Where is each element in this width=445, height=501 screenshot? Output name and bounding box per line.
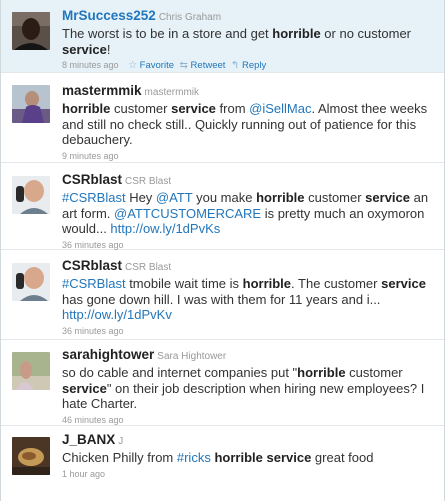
tweet-timestamp[interactable]: 8 minutes ago	[62, 60, 119, 70]
tweet-link[interactable]: #CSRBlast	[62, 190, 126, 205]
keyword-highlight: horrible	[62, 101, 111, 116]
tweet-username[interactable]: J_BANX	[62, 432, 115, 447]
tweet-realname: Chris Graham	[158, 12, 222, 23]
reply-button[interactable]: ↰ Reply	[231, 60, 266, 71]
tweet-text: horrible customer service from @iSellMac…	[62, 101, 430, 148]
tweet-timestamp[interactable]: 1 hour ago	[62, 469, 105, 479]
tweet-username[interactable]: CSRblast	[62, 172, 122, 187]
avatar[interactable]	[12, 437, 50, 475]
tweet-timestamp[interactable]: 9 minutes ago	[62, 151, 119, 161]
keyword-highlight: service	[365, 190, 410, 205]
retweet-button[interactable]: ⇆ Retweet	[180, 60, 226, 71]
tweet-realname: CSR Blast	[125, 176, 172, 187]
avatar[interactable]	[12, 12, 50, 50]
tweet-text-segment: " on their job description when hiring n…	[62, 380, 425, 412]
tweet-text-segment: The worst is to be in a store and get	[62, 26, 273, 41]
tweet-meta: 36 minutes ago	[62, 239, 430, 251]
avatar[interactable]	[12, 176, 50, 214]
tweet-link[interactable]: @ATTCUSTOMERCARE	[114, 206, 261, 221]
tweet-meta: 36 minutes ago	[62, 325, 430, 337]
retweet-label: Retweet	[190, 60, 226, 71]
tweet-meta: 9 minutes ago	[62, 150, 430, 162]
keyword-highlight: horrible	[256, 190, 305, 205]
tweet-realname: mastermmik	[144, 87, 199, 98]
tweet-meta: 1 hour ago	[62, 468, 430, 480]
tweet-text-segment: Hey	[125, 190, 156, 205]
keyword-highlight: service	[266, 450, 312, 465]
tweet-text-segment: or no customer	[320, 26, 412, 41]
keyword-highlight: service	[62, 380, 107, 396]
tweet-text-segment: from	[215, 101, 250, 116]
tweet-timestamp[interactable]: 36 minutes ago	[62, 240, 124, 250]
tweet-link[interactable]: http://ow.ly/1dPvKv	[62, 307, 172, 322]
tweet-text: #CSRBlast tmobile wait time is horrible.…	[62, 276, 430, 323]
tweet-text: Chicken Philly from #ricks horrible serv…	[62, 450, 430, 466]
tweet-timestamp[interactable]: 36 minutes ago	[62, 326, 124, 336]
tweet-username[interactable]: mastermmik	[62, 83, 142, 98]
tweet-feed: MrSuccess252 Chris Graham The worst is to…	[0, 0, 445, 501]
tweet-link[interactable]: http://ow.ly/1dPvKs	[110, 221, 220, 236]
tweet-realname: J	[118, 436, 124, 447]
avatar[interactable]	[12, 85, 50, 123]
keyword-highlight: horrible	[242, 276, 292, 291]
avatar[interactable]	[12, 263, 50, 301]
star-icon: ☆	[128, 60, 138, 71]
reply-icon: ↰	[230, 60, 240, 71]
tweet-text-segment: great food	[311, 450, 374, 465]
tweet-realname: Sara Hightower	[157, 351, 227, 362]
tweet-text-segment: tmobile wait time is	[125, 276, 243, 291]
tweet-text-segment: customer	[345, 365, 403, 380]
favorite-button[interactable]: ☆ Favorite	[128, 60, 174, 71]
tweet-text-segment: you make	[192, 190, 257, 205]
retweet-icon: ⇆	[179, 60, 188, 71]
tweet-meta: 8 minutes ago ☆ Favorite ⇆ Retweet ↰ Rep…	[62, 59, 430, 72]
tweet-username[interactable]: sarahightower	[62, 347, 154, 362]
tweet-meta: 46 minutes ago	[62, 414, 430, 426]
tweet-realname: CSR Blast	[125, 262, 172, 273]
tweet-username[interactable]: CSRblast	[62, 258, 122, 273]
avatar[interactable]	[12, 352, 50, 390]
tweet-link[interactable]: @iSellMac	[249, 101, 311, 116]
tweet-text-segment: . The customer	[291, 276, 382, 291]
tweet-timestamp[interactable]: 46 minutes ago	[62, 415, 124, 425]
tweet-text-segment: !	[106, 41, 111, 57]
tweet-text-segment: customer	[110, 101, 172, 116]
keyword-highlight: service	[62, 41, 107, 57]
reply-label: Reply	[241, 60, 267, 71]
tweet-text-segment: customer	[304, 190, 366, 205]
tweet-link[interactable]: #CSRBlast	[62, 276, 126, 291]
tweet-text: The worst is to be in a store and get ho…	[62, 26, 430, 57]
tweet-actions: ☆ Favorite ⇆ Retweet ↰ Reply	[125, 60, 266, 71]
tweet-item: mastermmik mastermmik horrible customer s…	[1, 73, 444, 163]
tweet-item: CSRblast CSR Blast #CSRBlast tmobile wait…	[1, 250, 444, 340]
tweet-text: so do cable and internet companies put "…	[62, 365, 430, 412]
keyword-highlight: horrible	[297, 365, 346, 380]
keyword-highlight: service	[381, 276, 426, 291]
tweet-item: sarahightower Sara Hightower so do cable …	[1, 340, 444, 426]
tweet-username[interactable]: MrSuccess252	[62, 8, 156, 23]
tweet-text-segment: has gone down hill. I was with them for …	[62, 291, 381, 307]
tweet-text-segment: Chicken Philly from	[62, 450, 177, 465]
tweet-item: CSRblast CSR Blast #CSRBlast Hey @ATT you…	[1, 163, 444, 250]
keyword-highlight: horrible	[214, 450, 263, 465]
tweet-link[interactable]: #ricks	[177, 450, 211, 465]
tweet-text-segment: so do cable and internet companies put "	[62, 365, 298, 380]
tweet-text: #CSRBlast Hey @ATT you make horrible cus…	[62, 190, 430, 237]
tweet-item: J_BANX J Chicken Philly from #ricks horri…	[1, 426, 444, 501]
favorite-label: Favorite	[139, 60, 174, 71]
tweet-item: MrSuccess252 Chris Graham The worst is to…	[1, 0, 444, 73]
keyword-highlight: horrible	[272, 26, 321, 41]
keyword-highlight: service	[171, 101, 216, 116]
tweet-link[interactable]: @ATT	[156, 190, 193, 205]
